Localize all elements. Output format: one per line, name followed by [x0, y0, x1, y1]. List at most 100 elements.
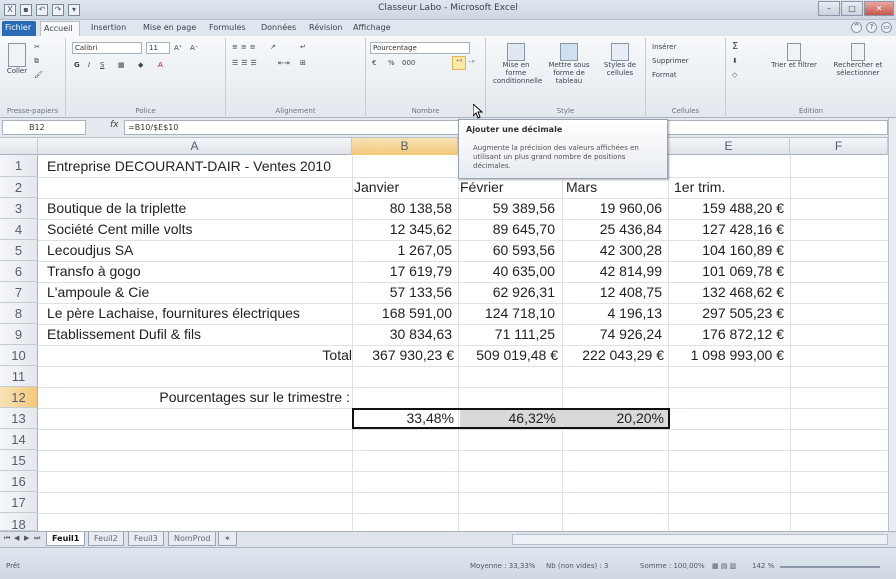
close-button[interactable]: ✕: [864, 1, 894, 16]
minimize-ribbon-icon[interactable]: ^: [851, 22, 862, 33]
january-cell[interactable]: 17 619,79: [390, 263, 452, 279]
cell-styles-button[interactable]: Styles de cellules: [598, 42, 642, 78]
header-cell[interactable]: 1er trim.: [674, 179, 725, 195]
total-label-cell[interactable]: Total: [322, 347, 352, 363]
tab-review[interactable]: Révision: [306, 21, 345, 36]
quarter-total-cell[interactable]: 101 069,78 €: [702, 263, 784, 279]
minimize-button[interactable]: –: [818, 1, 840, 16]
tab-view[interactable]: Affichage: [350, 21, 394, 36]
select-all-corner[interactable]: [0, 138, 38, 155]
january-cell[interactable]: 168 591,00: [382, 305, 452, 321]
tab-file[interactable]: Fichier: [2, 21, 36, 36]
february-cell[interactable]: 89 645,70: [493, 221, 555, 237]
vertical-scrollbar[interactable]: [888, 118, 896, 531]
column-header-f[interactable]: F: [790, 138, 888, 155]
row-header[interactable]: 11: [0, 366, 38, 387]
row-header[interactable]: 8: [0, 303, 38, 324]
january-cell[interactable]: 57 133,56: [390, 284, 452, 300]
row-header[interactable]: 6: [0, 261, 38, 282]
sheet-tab-feuil1[interactable]: Feuil1: [46, 532, 86, 546]
decrease-decimal-icon[interactable]: ⁻⁰: [468, 58, 475, 68]
percent-style-button[interactable]: %: [388, 58, 395, 68]
clear-icon[interactable]: ◇: [732, 70, 737, 80]
accounting-format-icon[interactable]: €: [372, 58, 376, 68]
percent-january-cell[interactable]: 33,48%: [407, 410, 454, 426]
borders-icon[interactable]: ▦: [118, 60, 125, 70]
february-cell[interactable]: 60 593,56: [493, 242, 555, 258]
january-cell[interactable]: 30 834,63: [390, 326, 452, 342]
february-cell[interactable]: 71 111,25: [495, 326, 555, 342]
column-header-a[interactable]: A: [38, 138, 352, 155]
store-name-cell[interactable]: Etablissement Dufil & fils: [47, 326, 201, 342]
percent-february-cell[interactable]: 46,32%: [509, 410, 556, 426]
february-cell[interactable]: 40 635,00: [493, 263, 555, 279]
sheet-tab-feuil3[interactable]: Feuil3: [128, 532, 164, 546]
total-january-cell[interactable]: 367 930,23 €: [372, 347, 454, 363]
row-header[interactable]: 4: [0, 219, 38, 240]
row-header[interactable]: 10: [0, 345, 38, 366]
march-cell[interactable]: 25 436,84: [600, 221, 662, 237]
sheet-nav-prev-icon[interactable]: ◀: [14, 534, 19, 542]
shrink-font-icon[interactable]: A⁻: [190, 43, 198, 53]
store-name-cell[interactable]: Société Cent mille volts: [47, 221, 193, 237]
store-name-cell[interactable]: Boutique de la triplette: [47, 200, 186, 216]
insert-sheet-icon[interactable]: ✶: [218, 532, 237, 546]
sheet-nav-next-icon[interactable]: ▶: [24, 534, 29, 542]
insert-cells-button[interactable]: Insérer: [652, 42, 676, 52]
row-header[interactable]: 16: [0, 471, 38, 492]
help-icon[interactable]: ?: [866, 22, 877, 33]
sheet-nav-last-icon[interactable]: ⏭: [34, 534, 40, 543]
row-header[interactable]: 3: [0, 198, 38, 219]
header-cell[interactable]: Mars: [566, 179, 597, 195]
paste-button[interactable]: Coller: [4, 42, 30, 86]
tab-home[interactable]: Accueil: [40, 21, 80, 36]
indent-icons[interactable]: ⇤⇥: [278, 58, 290, 68]
sheet-tab-feuil2[interactable]: Feuil2: [88, 532, 124, 546]
row-header[interactable]: 15: [0, 450, 38, 471]
row-header[interactable]: 1: [0, 155, 38, 177]
format-cells-button[interactable]: Format: [652, 70, 677, 80]
percent-label-cell[interactable]: Pourcentages sur le trimestre :: [159, 389, 350, 405]
store-name-cell[interactable]: Lecoudjus SA: [47, 242, 133, 258]
italic-icon[interactable]: I: [88, 60, 90, 70]
total-march-cell[interactable]: 222 043,29 €: [582, 347, 664, 363]
january-cell[interactable]: 80 138,58: [390, 200, 452, 216]
tab-insert[interactable]: Insertion: [88, 21, 129, 36]
wrap-text-icon[interactable]: ↵: [300, 42, 306, 52]
march-cell[interactable]: 42 300,28: [600, 242, 662, 258]
find-select-button[interactable]: Rechercher et sélectionner: [824, 42, 892, 78]
horizontal-scrollbar[interactable]: [512, 534, 888, 545]
sheet-nav-first-icon[interactable]: ⏮: [4, 534, 10, 543]
quarter-total-cell[interactable]: 127 428,16 €: [702, 221, 784, 237]
february-cell[interactable]: 124 718,10: [485, 305, 555, 321]
row-header[interactable]: 9: [0, 324, 38, 345]
column-header-e[interactable]: E: [668, 138, 790, 155]
tab-formulas[interactable]: Formules: [206, 21, 249, 36]
zoom-level[interactable]: 142 %: [752, 562, 774, 570]
total-february-cell[interactable]: 509 019,48 €: [476, 347, 558, 363]
february-cell[interactable]: 59 389,56: [493, 200, 555, 216]
column-header-b[interactable]: B: [352, 138, 458, 155]
font-size-select[interactable]: 11: [146, 42, 170, 54]
tab-page-layout[interactable]: Mise en page: [140, 21, 199, 36]
autosum-icon[interactable]: Σ: [732, 42, 738, 52]
row-header[interactable]: 7: [0, 282, 38, 303]
delete-cells-button[interactable]: Supprimer: [652, 56, 689, 66]
store-name-cell[interactable]: Le père Lachaise, fournitures électrique…: [47, 305, 300, 321]
row-header[interactable]: 17: [0, 492, 38, 513]
increase-decimal-icon[interactable]: ⁺⁰: [452, 56, 466, 70]
quarter-total-cell[interactable]: 297 505,23 €: [702, 305, 784, 321]
conditional-formatting-button[interactable]: Mise en forme conditionnelle: [492, 42, 542, 86]
store-name-cell[interactable]: Transfo à gogo: [47, 263, 141, 279]
row-header[interactable]: 2: [0, 177, 38, 198]
march-cell[interactable]: 74 926,24: [600, 326, 662, 342]
grow-font-icon[interactable]: A⁺: [174, 43, 182, 53]
sheet-title-cell[interactable]: Entreprise DECOURANT-DAIR - Ventes 2010: [47, 158, 331, 174]
row-header[interactable]: 18: [0, 513, 38, 531]
sheet-tab-nomprod[interactable]: NomProd: [168, 532, 217, 546]
total-quarter-cell[interactable]: 1 098 993,00 €: [691, 347, 784, 363]
zoom-slider[interactable]: [780, 566, 880, 568]
format-as-table-button[interactable]: Mettre sous forme de tableau: [544, 42, 594, 86]
number-format-select[interactable]: Pourcentage: [370, 42, 470, 54]
store-name-cell[interactable]: L'ampoule & Cie: [47, 284, 149, 300]
